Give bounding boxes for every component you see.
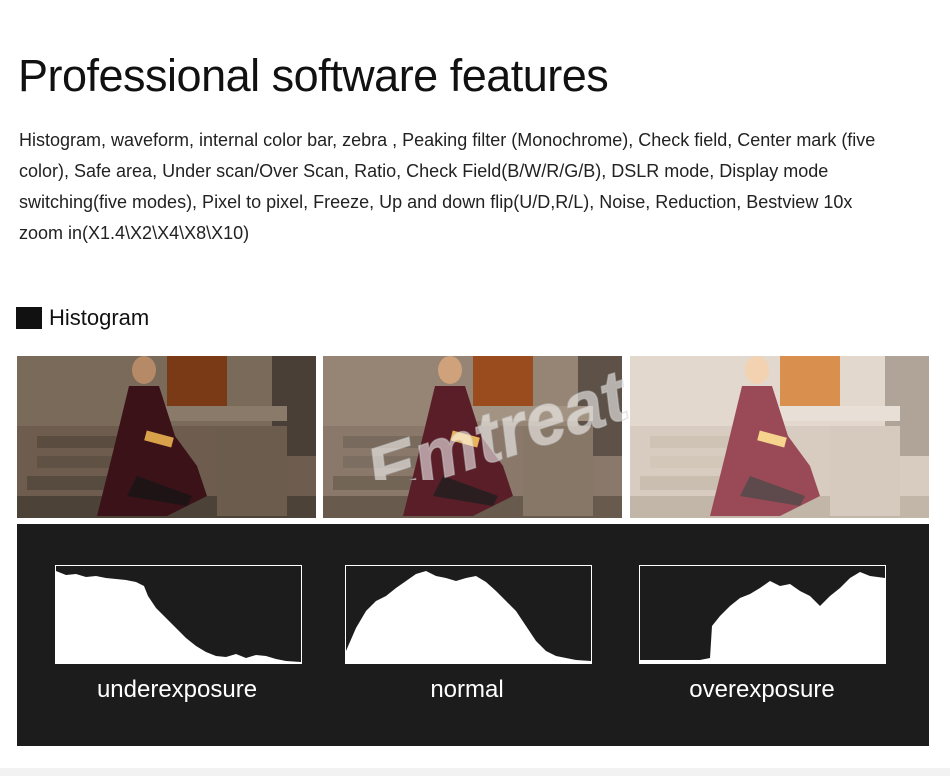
- histogram-label-underexposure: underexposure: [96, 676, 258, 703]
- section-label: Histogram: [49, 305, 150, 330]
- photo-underexposure: [17, 356, 316, 518]
- section-square-icon: [16, 307, 42, 329]
- photo-overexposure: [630, 356, 929, 518]
- histogram-chart-normal: [345, 565, 592, 664]
- histogram-panel: underexposure normal overexposure: [17, 524, 929, 746]
- section-heading: Histogram: [16, 305, 149, 331]
- page-title: Professional software features: [18, 50, 609, 101]
- histogram-chart-overexposure: [639, 565, 886, 664]
- histogram-chart-underexposure: [55, 565, 302, 664]
- histogram-area-underexposure: [56, 571, 301, 663]
- footer-divider: [0, 768, 950, 776]
- histogram-label-overexposure: overexposure: [689, 676, 835, 703]
- histogram-label-normal: normal: [430, 676, 504, 703]
- feature-description: Histogram, waveform, internal color bar,…: [19, 130, 876, 243]
- photo-normal: [323, 356, 622, 518]
- histogram-area-normal: [346, 571, 591, 663]
- histogram-area-overexposure: [640, 572, 885, 663]
